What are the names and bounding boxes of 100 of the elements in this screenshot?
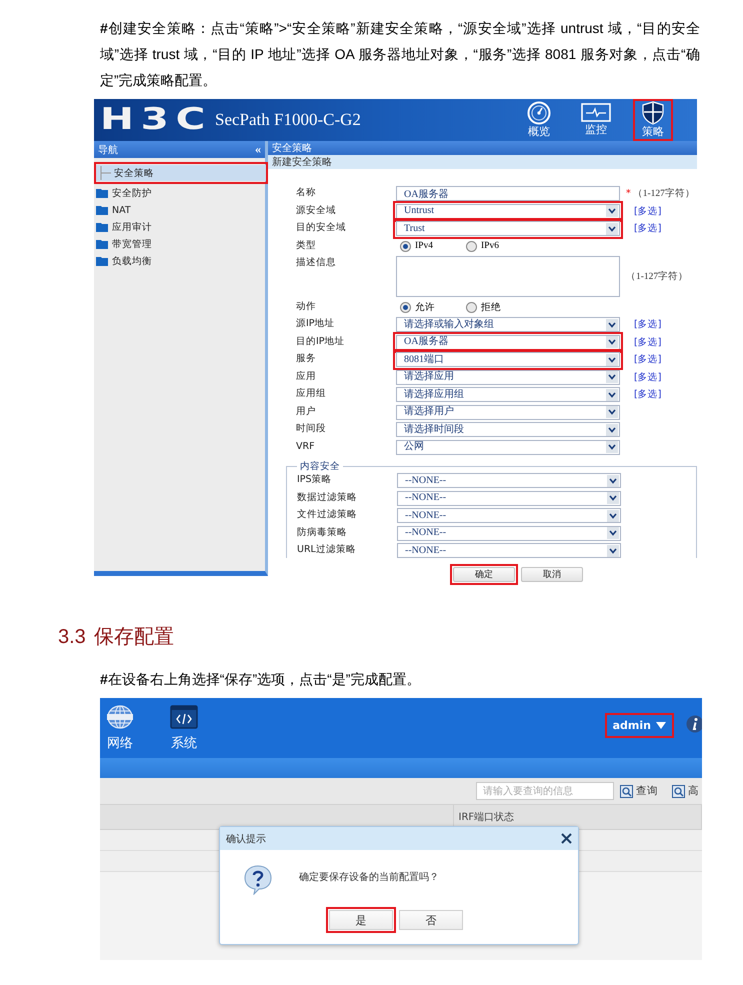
dialog-button[interactable]: 是: [329, 910, 393, 930]
info-icon: [686, 715, 702, 733]
field-label: 数据过滤策略: [297, 490, 358, 504]
field-label: 应用组: [296, 387, 327, 401]
section-title: 保存配置: [94, 625, 174, 650]
dropdown[interactable]: --NONE--: [397, 490, 621, 506]
group-legend: 内容安全: [297, 460, 343, 473]
dropdown[interactable]: OA服务器: [396, 334, 620, 350]
dropdown[interactable]: 8081端口: [396, 352, 620, 367]
field-label: 服务: [296, 352, 317, 366]
field-label: 目的安全域: [296, 221, 347, 235]
multi-select-link[interactable]: [多选]: [634, 353, 662, 366]
code-window-icon: [170, 705, 198, 729]
text-field[interactable]: OA服务器: [396, 186, 620, 201]
folder-icon: [96, 256, 108, 266]
dropdown-arrow-icon: [607, 492, 619, 504]
radio-button[interactable]: [400, 240, 411, 252]
field-label: URL过滤策略: [297, 543, 357, 557]
dropdown[interactable]: --NONE--: [397, 473, 621, 488]
shield-icon: [642, 101, 664, 125]
nav-item[interactable]: 带宽管理: [94, 236, 265, 252]
product-name: SecPath F1000-C-G2: [215, 110, 361, 130]
dropdown-arrow-icon: [606, 205, 618, 217]
dropdown[interactable]: 请选择用户: [396, 404, 620, 420]
gauge-icon: [526, 101, 552, 125]
field-label: 文件过滤策略: [297, 508, 358, 522]
column-header: IRF端口状态: [458, 810, 514, 824]
top-tab[interactable]: 概览: [519, 99, 559, 141]
radio-label: 允许: [415, 301, 435, 314]
dropdown-arrow-icon: [606, 424, 618, 436]
nav-title: 导航: [98, 144, 118, 156]
search-icon: [672, 784, 685, 798]
section-number: 3.3: [58, 625, 86, 650]
instruction-paragraph: #在设备右上角选择“保存”选项，点击“是”完成配置。: [100, 670, 422, 689]
top-tab[interactable]: 监控: [576, 99, 616, 141]
folder-icon: [96, 239, 108, 249]
dropdown[interactable]: Untrust: [396, 204, 620, 218]
dropdown-arrow-icon: [606, 222, 618, 234]
field-label: 目的IP地址: [296, 334, 346, 348]
query-button[interactable]: 查询: [620, 784, 666, 798]
nav-item[interactable]: 安全策略: [96, 165, 266, 181]
radio-label: IPv6: [481, 241, 499, 251]
instruction-paragraph: #创建安全策略：点击“策略”>“安全策略”新建安全策略，“源安全域”选择 untrust 域，“目的安全域”选择 trust 域，“目的 IP 地址”选择 OA 服务器地址对象，“服务”选择 8081 服务对象，点击“确定”完成策略配置。: [100, 19, 700, 90]
user-menu[interactable]: admin: [604, 713, 674, 738]
dropdown-arrow-icon: [606, 441, 618, 453]
field-label: IPS策略: [297, 473, 333, 487]
form-button[interactable]: 确定: [453, 567, 515, 582]
dropdown-arrow-icon: [606, 371, 618, 383]
collapse-button[interactable]: «: [255, 142, 261, 157]
field-label: 类型: [296, 238, 317, 252]
hint-text: （1-127字符）: [626, 270, 688, 283]
dropdown[interactable]: --NONE--: [397, 526, 621, 540]
dropdown-arrow-icon: [607, 510, 619, 522]
dropdown[interactable]: 请选择应用组: [396, 387, 620, 402]
dropdown[interactable]: --NONE--: [397, 508, 621, 523]
dialog-title: 确认提示: [226, 832, 266, 846]
radio-button[interactable]: [466, 302, 477, 312]
field-label: 源IP地址: [296, 317, 336, 331]
multi-select-link[interactable]: [多选]: [634, 388, 662, 401]
nav-item[interactable]: NAT: [94, 202, 265, 218]
radio-label: 拒绝: [481, 301, 501, 314]
question-icon: [244, 865, 272, 895]
multi-select-link[interactable]: [多选]: [634, 204, 662, 218]
form-title: 新建安全策略: [272, 156, 332, 169]
multi-select-link[interactable]: [多选]: [634, 336, 662, 348]
dropdown[interactable]: Trust: [396, 221, 620, 236]
dropdown[interactable]: 请选择或输入对象组: [396, 317, 620, 332]
caret-icon: [656, 722, 666, 729]
nav-item[interactable]: 安全防护: [94, 185, 265, 201]
folder-icon: [96, 222, 108, 232]
dropdown-arrow-icon: [606, 318, 618, 330]
query-button[interactable]: 高: [672, 784, 702, 798]
folder-icon: [96, 188, 108, 198]
radio-button[interactable]: [466, 240, 477, 252]
field-label: 动作: [296, 300, 317, 314]
field-label: 应用: [296, 370, 317, 384]
nav-item[interactable]: 负载均衡: [94, 253, 265, 269]
radio-button[interactable]: [400, 302, 411, 312]
top-tab[interactable]: 系统: [164, 705, 204, 752]
globe-icon: [106, 705, 134, 729]
dropdown[interactable]: --NONE--: [397, 543, 621, 558]
form-button[interactable]: 取消: [521, 567, 583, 582]
dropdown[interactable]: 请选择时间段: [396, 422, 620, 437]
radio-label: IPv4: [415, 241, 433, 251]
dropdown-arrow-icon: [607, 527, 619, 539]
dialog-button[interactable]: 否: [399, 910, 463, 930]
dropdown[interactable]: 公网: [396, 440, 620, 454]
nav-item[interactable]: 应用审计: [94, 219, 265, 235]
dropdown[interactable]: 请选择应用: [396, 370, 620, 384]
multi-select-link[interactable]: [多选]: [634, 318, 662, 331]
monitor-icon: [581, 103, 611, 123]
folder-icon: [96, 205, 108, 215]
multi-select-link[interactable]: [多选]: [634, 370, 662, 384]
close-icon[interactable]: [561, 833, 572, 844]
dropdown-arrow-icon: [606, 354, 618, 366]
tree-line-icon: [98, 166, 112, 180]
multi-select-link[interactable]: [多选]: [634, 222, 662, 235]
field-label: 防病毒策略: [297, 526, 348, 540]
top-tab[interactable]: 网络: [100, 705, 140, 752]
search-field[interactable]: 请输入要查询的信息: [476, 782, 614, 800]
